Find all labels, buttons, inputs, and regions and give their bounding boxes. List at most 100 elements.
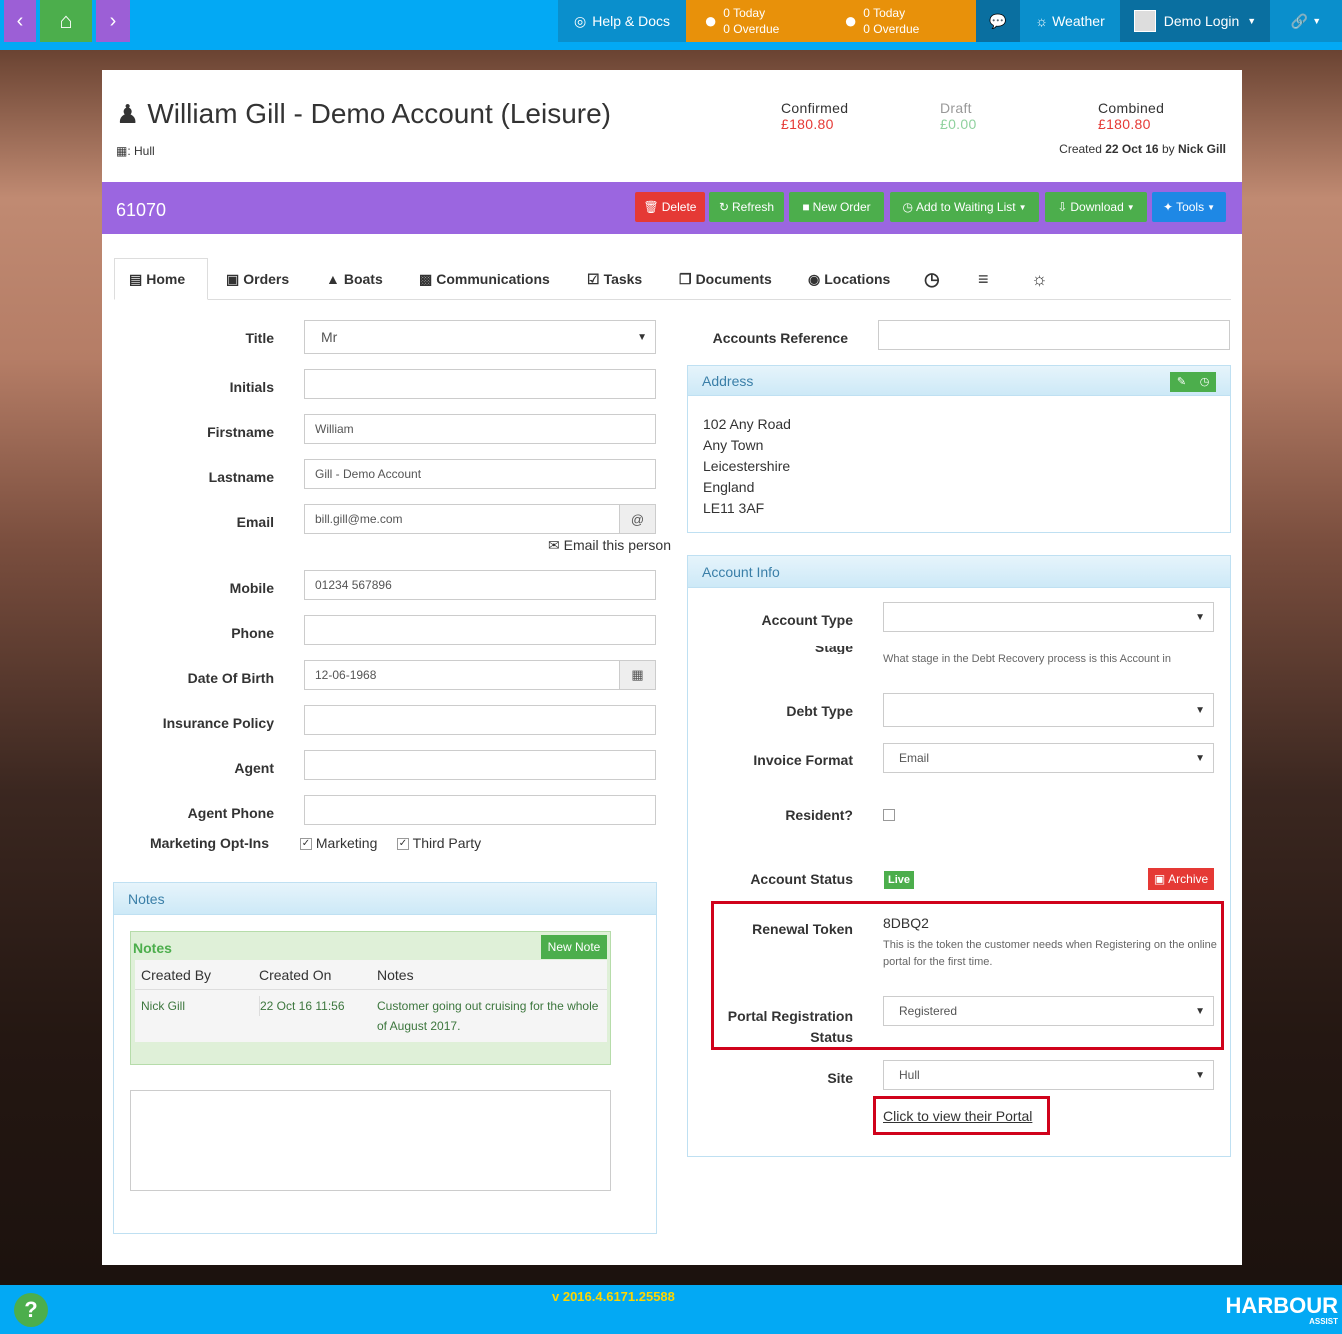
insurance-input[interactable] (304, 705, 656, 735)
email-label: Email (236, 514, 274, 530)
lastname-label: Lastname (208, 469, 274, 485)
help-docs-button[interactable]: ◎ Help & Docs (558, 0, 686, 42)
account-type-select[interactable]: ▼ (883, 602, 1214, 632)
title-select[interactable]: Mr ▼ (304, 320, 656, 354)
account-card: ♟ William Gill - Demo Account (Leisure) ▦… (102, 70, 1242, 1265)
new-order-button[interactable]: ■ New Order (789, 192, 884, 222)
account-type-label: Account Type (761, 612, 853, 628)
home-button[interactable]: ⌂ (40, 0, 92, 42)
basket-icon: ▣ (226, 270, 240, 287)
users-icon: ● (844, 8, 858, 33)
created-info: Created 22 Oct 16 by Nick Gill (1059, 142, 1226, 156)
confirmed-summary: Confirmed £180.80 (781, 100, 849, 132)
user-icon: ● (704, 8, 718, 33)
globe-icon: ◎ (573, 12, 587, 29)
link-icon: 🔗 (1290, 12, 1309, 29)
agent-phone-label: Agent Phone (187, 805, 274, 821)
tab-locations[interactable]: ◉ Locations (808, 258, 890, 300)
archive-icon: ▣ (1153, 872, 1166, 886)
notes-panel: Notes Notes New Note Created By Created … (113, 882, 657, 1234)
caret-down-icon: ▼ (1195, 1005, 1205, 1017)
tab-layers[interactable]: ≡ (978, 258, 989, 300)
refresh-button[interactable]: ↻ Refresh (709, 192, 784, 222)
marketing-checkbox[interactable]: ✓ Marketing (300, 835, 377, 851)
renewal-token-value: 8DBQ2 (883, 915, 929, 931)
notes-table: Created By Created On Notes Nick Gill 22… (135, 960, 607, 1042)
help-question-icon[interactable]: ? (14, 1293, 48, 1327)
forward-button[interactable]: › (96, 0, 130, 42)
at-icon: @ (619, 505, 655, 533)
site-select[interactable]: Hull ▼ (883, 1060, 1214, 1090)
stage-label: Stage (814, 646, 853, 654)
status-badge: Live (884, 871, 914, 889)
tab-documents[interactable]: ❐ Documents (679, 258, 772, 300)
my-tasks-counter[interactable]: ● 0 Today 0 Overdue (686, 5, 826, 37)
edit-icon[interactable]: ✎ (1170, 372, 1193, 392)
refresh-icon: ↻ (718, 200, 730, 214)
version-text: v 2016.4.6171.25588 (552, 1289, 675, 1304)
caret-down-icon: ▼ (1247, 16, 1257, 26)
delete-button[interactable]: 🗑 Delete (635, 192, 705, 222)
id-card-icon: ▤ (129, 270, 143, 287)
weather-button[interactable]: ☼ Weather (1020, 0, 1120, 42)
renewal-help: This is the token the customer needs whe… (883, 939, 1217, 968)
firstname-label: Firstname (207, 424, 274, 440)
agent-input[interactable] (304, 750, 656, 780)
user-icon: ♟ (116, 98, 140, 129)
email-person-link[interactable]: ✉ Email this person (548, 537, 671, 554)
account-number: 61070 (116, 200, 167, 220)
team-tasks-counter[interactable]: ● 0 Today 0 Overdue (826, 5, 966, 37)
layers-icon: ≡ (978, 268, 989, 289)
email-field[interactable]: bill.gill@me.com @ (304, 504, 656, 534)
site-label: Site (827, 1070, 853, 1086)
tab-tasks[interactable]: ☑ Tasks (587, 258, 642, 300)
debt-type-select[interactable]: ▼ (883, 693, 1214, 727)
history-icon[interactable]: ◷ (1193, 372, 1216, 392)
tab-communications[interactable]: ▩ Communications (419, 258, 550, 300)
resident-checkbox[interactable] (883, 809, 895, 821)
dob-input[interactable]: 12-06-1968 ▦ (304, 660, 656, 690)
back-button[interactable]: ‹ (4, 0, 36, 42)
stage-help: What stage in the Debt Recovery process … (883, 653, 1171, 665)
caret-down-icon: ▼ (637, 331, 647, 343)
resident-label: Resident? (785, 807, 853, 823)
new-note-button[interactable]: New Note (541, 935, 607, 959)
phone-input[interactable] (304, 615, 656, 645)
tab-history[interactable]: ◷ (924, 258, 940, 300)
chat-button[interactable]: 💬 (976, 0, 1020, 42)
accounts-reference-label: Accounts Reference (712, 330, 848, 346)
note-textarea[interactable] (130, 1090, 611, 1191)
links-menu[interactable]: 🔗 ▼ (1270, 0, 1342, 42)
address-actions: ✎ ◷ (1170, 372, 1216, 392)
tab-orders[interactable]: ▣ Orders (226, 258, 289, 300)
agent-phone-input[interactable] (304, 795, 656, 825)
trash-icon: 🗑 (643, 200, 659, 214)
table-row: Nick Gill 22 Oct 16 11:56 Customer going… (135, 990, 607, 1042)
invoice-format-select[interactable]: Email ▼ (883, 743, 1214, 773)
notes-table-header: Created By Created On Notes (135, 960, 607, 990)
view-portal-link[interactable]: Click to view their Portal (883, 1108, 1032, 1124)
tab-profile[interactable]: ☼ (1031, 258, 1048, 300)
firstname-input[interactable]: William (304, 414, 656, 444)
lastname-input[interactable]: Gill - Demo Account (304, 459, 656, 489)
waiting-list-button[interactable]: ◷ Add to Waiting List ▼ (890, 192, 1039, 222)
accounts-reference-input[interactable] (878, 320, 1230, 350)
calendar-icon[interactable]: ▦ (619, 661, 655, 689)
tab-boats[interactable]: ▲ Boats (326, 258, 383, 300)
renewal-token-label: Renewal Token (752, 921, 853, 937)
initials-input[interactable] (304, 369, 656, 399)
account-toolbar: 61070 🗑 Delete ↻ Refresh ■ New Order ◷ Add t… (102, 182, 1242, 234)
clock-icon: ◷ (902, 200, 913, 214)
address-panel-title: Address (688, 366, 1230, 396)
caret-down-icon: ▼ (1018, 202, 1027, 212)
caret-down-icon: ▼ (1195, 1069, 1205, 1081)
download-button[interactable]: ⇩ Download ▼ (1045, 192, 1147, 222)
third-party-checkbox[interactable]: ✓ Third Party (397, 835, 481, 851)
clock-icon: ◷ (924, 268, 940, 289)
user-menu[interactable]: Demo Login ▼ (1120, 0, 1270, 42)
archive-button[interactable]: ▣ Archive (1148, 868, 1214, 890)
portal-status-select[interactable]: Registered ▼ (883, 996, 1214, 1026)
tools-button[interactable]: ✦ Tools ▼ (1152, 192, 1226, 222)
mobile-input[interactable]: 01234 567896 (304, 570, 656, 600)
tab-home[interactable]: ▤ Home (114, 258, 208, 300)
